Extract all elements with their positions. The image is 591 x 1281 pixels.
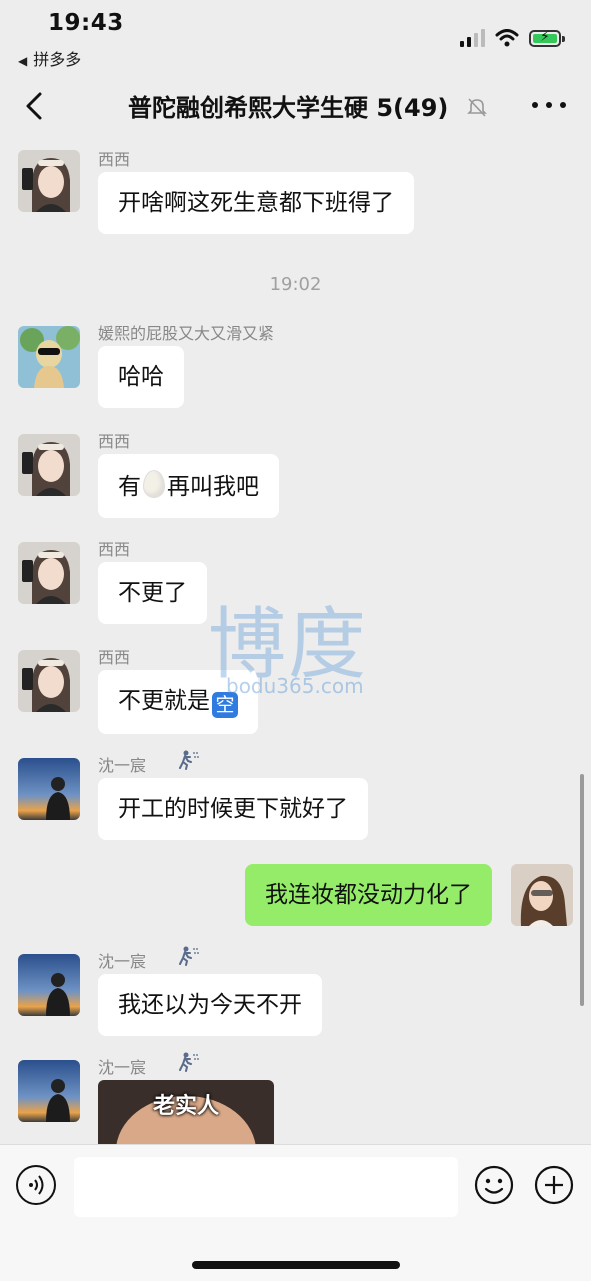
avatar-xixi[interactable] [18, 434, 80, 496]
sender-name: 沈一宸 [98, 1058, 147, 1077]
running-man-icon [179, 1052, 199, 1072]
message-text: 不更就是 [118, 688, 210, 714]
message-bubble[interactable]: 开啥啊这死生意都下班得了 [98, 172, 414, 234]
plus-icon [534, 1165, 574, 1205]
chat-title: 普陀融创希熙大学生硬 5(49) [128, 94, 449, 122]
avatar-xixi[interactable] [18, 150, 80, 212]
chat-header: 普陀融创希熙大学生硬 5(49) [0, 76, 591, 136]
system-icons: ⚡ [460, 26, 565, 50]
emoji-button[interactable] [474, 1165, 514, 1205]
voice-icon [29, 1175, 44, 1195]
clock: 19:43 [48, 10, 124, 36]
scrollbar[interactable] [580, 774, 584, 1006]
egg-emoji-icon [143, 470, 165, 498]
sticker-caption: 老实人 [152, 1094, 219, 1119]
back-triangle-icon: ◀ [18, 54, 28, 68]
mute-bell-icon [467, 98, 487, 117]
status-bar: 19:43 ◀ 拼多多 ⚡ [0, 0, 591, 76]
message-bubble[interactable]: 不更了 [98, 562, 207, 624]
back-to-app-link[interactable]: ◀ 拼多多 [18, 46, 81, 70]
running-man-icon [179, 750, 199, 770]
input-bar [0, 1144, 591, 1281]
avatar-yuanxi[interactable] [18, 326, 80, 388]
wifi-icon [495, 29, 519, 47]
kong-emoji-icon: 空 [212, 692, 238, 718]
home-indicator[interactable] [192, 1261, 400, 1269]
message-bubble-self[interactable]: 我连妆都没动力化了 [245, 864, 492, 926]
message-bubble[interactable]: 开工的时候更下就好了 [98, 778, 368, 840]
sender-name: 沈一宸 [98, 952, 147, 971]
more-functions-button[interactable] [534, 1165, 574, 1205]
voice-input-button[interactable] [16, 1165, 56, 1205]
avatar-self[interactable] [511, 864, 573, 926]
sender-name: 西西 [98, 648, 131, 667]
more-options-button[interactable] [532, 90, 566, 120]
running-man-icon [179, 946, 199, 966]
sender-name: 西西 [98, 432, 131, 451]
sender-name: 西西 [98, 540, 131, 559]
message-timestamp: 19:02 [269, 274, 322, 295]
sticker-image[interactable]: 老实人 [98, 1080, 274, 1144]
message-bubble[interactable]: 不更就是空 [98, 670, 258, 734]
message-text: 再叫我吧 [167, 474, 259, 500]
avatar-xixi[interactable] [18, 650, 80, 712]
cellular-signal-icon [460, 29, 485, 47]
message-text: 有 [118, 474, 141, 500]
message-list[interactable]: 西西 开啥啊这死生意都下班得了 19:02 媛熙的屁股又大又滑又紧 哈哈 西西 … [0, 136, 591, 1144]
chevron-left-icon [26, 92, 42, 120]
sender-name: 西西 [98, 150, 131, 169]
sender-name: 媛熙的屁股又大又滑又紧 [98, 324, 275, 343]
battery-icon: ⚡ [529, 29, 565, 47]
avatar-shenyichen[interactable] [18, 954, 80, 1016]
avatar-shenyichen[interactable] [18, 758, 80, 820]
back-button[interactable] [18, 88, 50, 124]
back-app-label: 拼多多 [33, 50, 82, 69]
smiley-icon [474, 1165, 514, 1205]
avatar-xixi[interactable] [18, 542, 80, 604]
avatar-shenyichen[interactable] [18, 1060, 80, 1122]
message-input[interactable] [74, 1157, 458, 1217]
sender-name: 沈一宸 [98, 756, 147, 775]
message-bubble[interactable]: 有再叫我吧 [98, 454, 279, 518]
message-bubble[interactable]: 哈哈 [98, 346, 184, 408]
message-bubble[interactable]: 我还以为今天不开 [98, 974, 322, 1036]
